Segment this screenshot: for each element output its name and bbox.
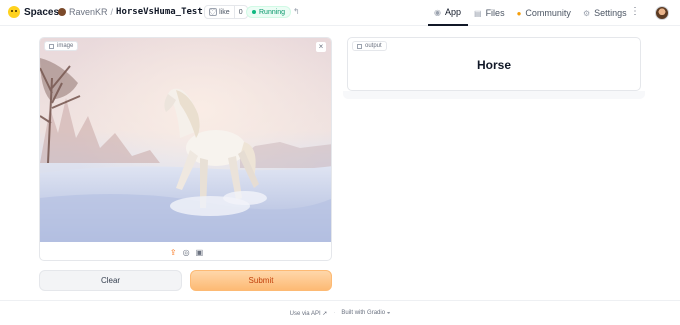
- footer-separator: ·: [333, 310, 336, 316]
- tab-files-label: Files: [485, 8, 505, 18]
- like-label: like: [219, 8, 230, 16]
- output-label: output: [365, 43, 382, 49]
- app-icon: ◉: [434, 7, 441, 17]
- output-panel-footer: [343, 91, 645, 99]
- tab-files[interactable]: ▤ Files: [468, 0, 511, 26]
- label-icon: [357, 43, 362, 49]
- space-name-link[interactable]: HorseVsHuma_Test: [116, 7, 203, 17]
- brand-label: Spaces: [24, 6, 60, 18]
- clear-button[interactable]: Clear: [39, 270, 182, 291]
- user-avatar[interactable]: [655, 6, 669, 20]
- heart-icon: ♡: [209, 7, 217, 17]
- tab-app[interactable]: ◉ App: [428, 0, 468, 26]
- status-text: Running: [259, 8, 286, 16]
- status-badge: Running: [246, 6, 292, 18]
- restart-icon[interactable]: ↰: [293, 7, 300, 16]
- spaces-brand[interactable]: Spaces: [8, 6, 59, 18]
- gear-icon: ⚙: [582, 8, 591, 18]
- tab-community[interactable]: ● Community: [511, 0, 577, 26]
- clipboard-icon[interactable]: ▣: [196, 248, 204, 257]
- like-button[interactable]: ♡ like 0: [204, 5, 248, 19]
- hugging-face-logo-icon: [8, 6, 20, 18]
- breadcrumb-separator: /: [110, 7, 114, 17]
- tab-community-label: Community: [525, 8, 571, 18]
- upload-icon[interactable]: ⇪: [170, 248, 177, 257]
- image-toolbar: ⇪ ◎ ▣: [40, 242, 331, 260]
- image-label-badge: image: [44, 41, 79, 51]
- more-options-icon[interactable]: ⋮: [630, 6, 640, 17]
- rocket-icon: ➚: [322, 310, 328, 317]
- uploaded-horse-image: [40, 38, 331, 242]
- status-dot-icon: [252, 10, 256, 14]
- image-icon: [49, 43, 54, 49]
- gradio-logo-icon: ◒: [386, 310, 391, 316]
- community-icon: ●: [516, 8, 522, 18]
- webcam-icon[interactable]: ◎: [183, 248, 190, 257]
- top-bar: Spaces RavenKR / HorseVsHuma_Test ♡ like …: [0, 0, 680, 26]
- output-label-badge: output: [352, 41, 387, 51]
- like-count: 0: [233, 6, 247, 18]
- image-input-panel[interactable]: image × ⇪ ◎ ▣: [39, 37, 332, 261]
- files-icon: ▤: [474, 8, 482, 18]
- owner-link[interactable]: RavenKR: [69, 7, 108, 17]
- built-with-gradio-link[interactable]: Built with Gradio ◒: [341, 310, 390, 316]
- submit-button[interactable]: Submit: [190, 270, 332, 291]
- predicted-label: Horse: [476, 58, 511, 72]
- repo-breadcrumb: RavenKR / HorseVsHuma_Test: [58, 7, 217, 17]
- image-label: image: [57, 43, 74, 49]
- use-via-api-link[interactable]: Use via API ➚: [290, 310, 328, 317]
- tab-settings-label: Settings: [594, 8, 627, 18]
- output-panel: output Horse: [347, 37, 641, 91]
- tab-app-label: App: [444, 7, 461, 17]
- close-icon[interactable]: ×: [316, 42, 326, 52]
- owner-avatar: [58, 8, 66, 16]
- footer: Use via API ➚ · Built with Gradio ◒: [0, 300, 680, 325]
- tab-settings[interactable]: ⚙ Settings: [577, 0, 633, 26]
- space-nav: ◉ App ▤ Files ● Community ⚙ Settings: [428, 0, 633, 26]
